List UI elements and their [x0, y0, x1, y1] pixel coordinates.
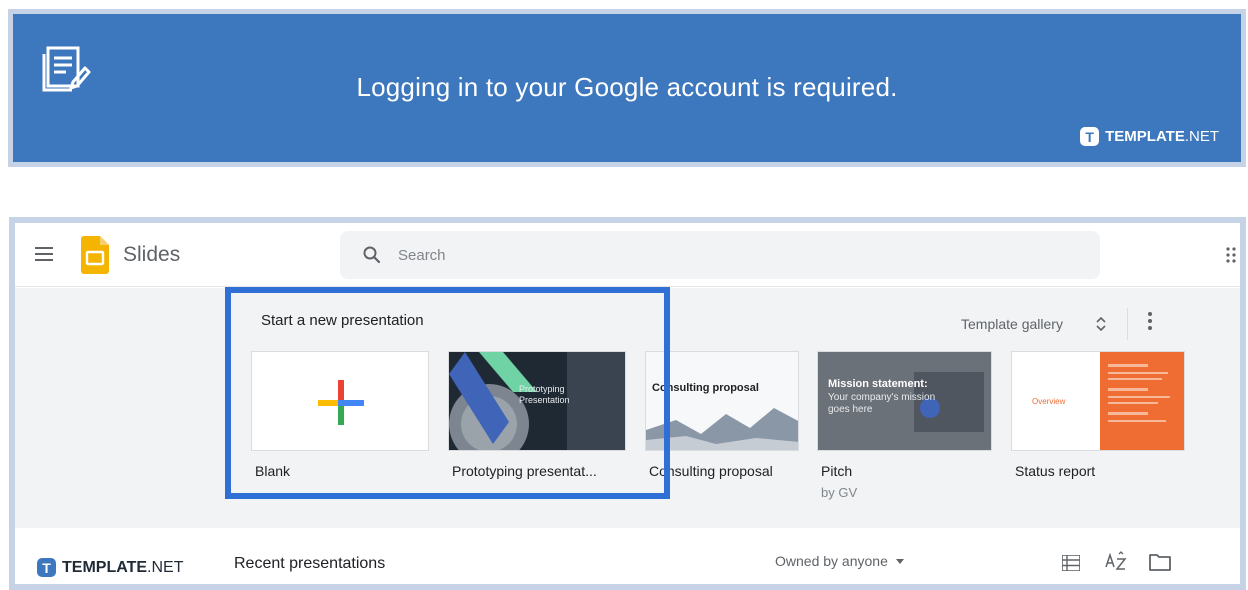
template-thumbnail[interactable]: Prototyping Presentation: [448, 351, 626, 451]
brand-mark-icon: T: [37, 558, 56, 577]
more-options-icon[interactable]: [1148, 312, 1152, 332]
sort-az-icon[interactable]: [1104, 551, 1128, 573]
divider: [1127, 308, 1128, 340]
template-name[interactable]: Blank: [255, 463, 290, 479]
unfold-more-icon[interactable]: [1095, 314, 1107, 334]
hamburger-menu-icon[interactable]: [35, 247, 53, 261]
template-name[interactable]: Pitch: [821, 463, 852, 479]
start-presentation-heading: Start a new presentation: [261, 312, 424, 329]
brand-mark-icon: T: [1080, 127, 1100, 146]
owner-filter-label[interactable]: Owned by anyone: [775, 553, 888, 569]
folder-icon[interactable]: [1149, 553, 1171, 571]
instruction-banner: Logging in to your Google account is req…: [8, 9, 1246, 167]
template-thumbnail[interactable]: Overview: [1011, 351, 1185, 451]
thumb-title: Consulting proposal: [652, 382, 759, 394]
thumb-body: Your company's mission goes here: [828, 392, 936, 415]
top-bar: Slides Search: [15, 223, 1240, 287]
brand-light-text: .NET: [147, 558, 184, 576]
search-input[interactable]: Search: [398, 247, 446, 264]
owner-filter-dropdown[interactable]: Owned by anyone: [775, 553, 904, 569]
slides-logo-icon[interactable]: [81, 236, 109, 274]
brand-light-text: .NET: [1184, 127, 1219, 145]
recent-presentations-heading: Recent presentations: [234, 555, 386, 572]
brand-bold-text: TEMPLATE: [62, 558, 148, 576]
plus-icon: [318, 380, 364, 425]
template-name[interactable]: Prototyping presentat...: [452, 463, 597, 479]
google-apps-icon[interactable]: [1226, 247, 1238, 263]
template-author: by GV: [821, 485, 858, 500]
dropdown-caret-icon[interactable]: [895, 558, 904, 564]
template-name[interactable]: Consulting proposal: [649, 463, 773, 479]
app-name[interactable]: Slides: [123, 243, 180, 267]
template-thumbnail[interactable]: Mission statement: Your company's missio…: [817, 351, 992, 451]
banner-message: Logging in to your Google account is req…: [356, 72, 898, 102]
template-name[interactable]: Status report: [1015, 463, 1095, 479]
search-icon[interactable]: [362, 245, 382, 265]
template-thumbnail[interactable]: Consulting proposal: [645, 351, 799, 451]
thumb-title: Prototyping Presentation: [519, 384, 570, 405]
template-gallery-button[interactable]: Template gallery: [961, 316, 1063, 332]
template-section: Start a new presentation Template galler…: [15, 288, 1240, 528]
list-view-icon[interactable]: [1062, 555, 1080, 571]
slides-screenshot: Slides Search Start a new presentation T…: [9, 217, 1246, 590]
banner-brand-logo: T TEMPLATE.NET: [1080, 127, 1219, 146]
search-box[interactable]: Search: [340, 231, 1100, 279]
template-thumbnail[interactable]: [251, 351, 429, 451]
thumb-title: Overview: [1032, 397, 1066, 406]
recent-bar: T TEMPLATE.NET Recent presentations Owne…: [15, 528, 1240, 584]
brand-bold-text: TEMPLATE: [1105, 127, 1185, 145]
mountain-thumbnail-art: [646, 352, 798, 450]
thumb-title: Mission statement:: [828, 378, 928, 390]
bottom-brand-logo: T TEMPLATE.NET: [37, 558, 183, 577]
